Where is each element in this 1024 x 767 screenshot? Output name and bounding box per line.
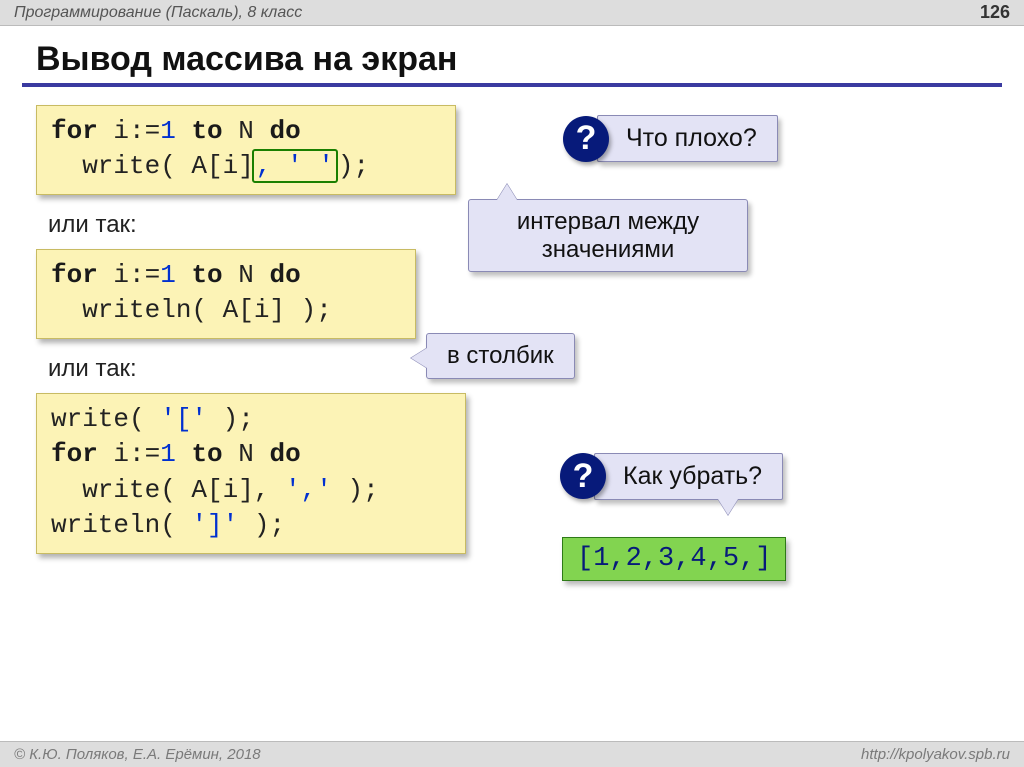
question-mark-icon: ?: [563, 116, 609, 162]
highlighted-separator: , ' ': [252, 149, 338, 183]
site-url: http://kpolyakov.spb.ru: [861, 746, 1010, 763]
code-block-1: for i:=1 to N do write( A[i], ' ');: [36, 105, 456, 195]
question-1: ? Что плохо?: [563, 115, 778, 162]
title-underline: [22, 83, 1002, 87]
code-block-3: write( '[' ); for i:=1 to N do write( A[…: [36, 393, 466, 553]
course-label: Программирование (Паскаль), 8 класс: [14, 4, 302, 22]
content-area: for i:=1 to N do write( A[i], ' '); или …: [0, 105, 1024, 554]
footer-bar: © К.Ю. Поляков, Е.А. Ерёмин, 2018 http:/…: [0, 741, 1024, 767]
callout-column: в столбик: [426, 333, 575, 379]
copyright: © К.Ю. Поляков, Е.А. Ерёмин, 2018: [14, 746, 261, 763]
page-number: 126: [980, 2, 1010, 23]
page-title: Вывод массива на экран: [36, 40, 1024, 79]
question-1-text: Что плохо?: [597, 115, 778, 162]
question-2-text: Как убрать?: [594, 453, 783, 500]
output-example: [1,2,3,4,5,]: [562, 537, 786, 581]
code-block-2: for i:=1 to N do writeln( A[i] );: [36, 249, 416, 339]
question-2: ? Как убрать?: [560, 453, 783, 500]
header-bar: Программирование (Паскаль), 8 класс 126: [0, 0, 1024, 26]
callout-interval: интервал между значениями: [468, 199, 748, 272]
